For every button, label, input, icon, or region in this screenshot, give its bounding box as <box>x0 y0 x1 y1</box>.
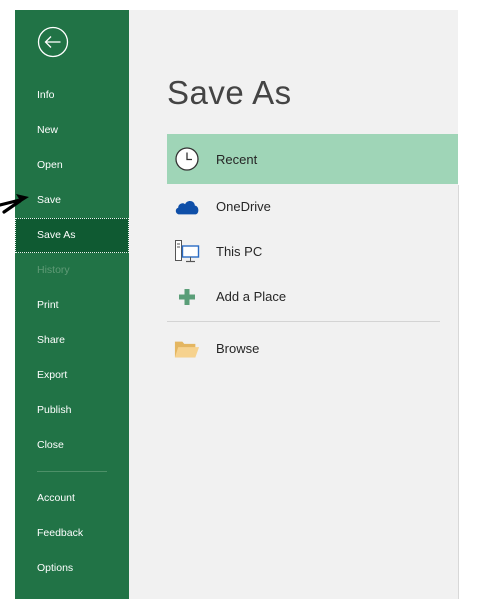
plus-icon <box>174 284 200 310</box>
back-arrow-icon[interactable] <box>37 26 69 58</box>
place-browse[interactable]: Browse <box>167 326 458 371</box>
place-add-a-place[interactable]: Add a Place <box>167 274 458 319</box>
nav-divider <box>37 471 107 472</box>
nav-share[interactable]: Share <box>15 323 129 358</box>
place-label: OneDrive <box>216 199 271 214</box>
save-locations: Recent OneDrive This PC Add a Place Brow… <box>167 134 458 371</box>
cloud-icon <box>174 194 200 220</box>
folder-icon <box>174 336 200 362</box>
nav-open[interactable]: Open <box>15 148 129 183</box>
nav-print[interactable]: Print <box>15 288 129 323</box>
place-onedrive[interactable]: OneDrive <box>167 184 458 229</box>
nav-save-as[interactable]: Save As <box>15 218 129 253</box>
place-label: This PC <box>216 244 263 259</box>
computer-icon <box>174 239 200 265</box>
nav-history: History <box>37 264 70 276</box>
nav-account[interactable]: Account <box>15 481 129 516</box>
places-divider <box>167 321 440 322</box>
place-label: Browse <box>216 341 260 356</box>
nav-feedback[interactable]: Feedback <box>15 516 129 551</box>
nav-publish[interactable]: Publish <box>15 393 129 428</box>
nav-options[interactable]: Options <box>15 551 129 586</box>
pointer-arrow-icon <box>0 194 29 214</box>
nav-new[interactable]: New <box>15 113 129 148</box>
place-label: Recent <box>216 151 258 167</box>
backstage-sidebar: Info New Open Save Save As History Print… <box>15 10 129 599</box>
place-label: Add a Place <box>216 289 287 304</box>
excel-backstage: Info New Open Save Save As History Print… <box>0 0 480 599</box>
place-recent[interactable]: Recent <box>167 134 458 184</box>
nav-save[interactable]: Save <box>15 183 129 218</box>
nav-info[interactable]: Info <box>15 78 129 113</box>
pane-divider <box>458 185 459 599</box>
backstage-nav: Info New Open Save Save As History Print… <box>15 78 129 586</box>
nav-close[interactable]: Close <box>15 428 129 463</box>
nav-export[interactable]: Export <box>15 358 129 393</box>
save-as-pane: Save As Recent OneDrive This PC Add a Pl… <box>129 10 458 599</box>
page-title: Save As <box>167 74 292 111</box>
place-this-pc[interactable]: This PC <box>167 229 458 274</box>
clock-icon <box>174 146 200 172</box>
